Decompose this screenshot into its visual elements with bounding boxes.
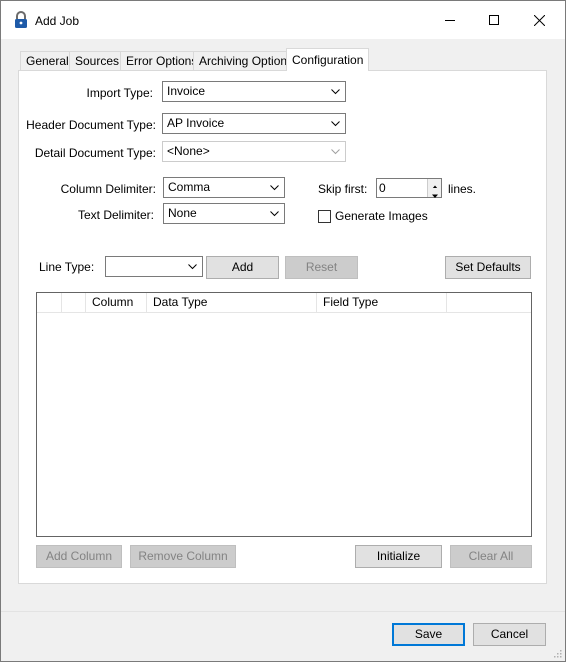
initialize-button[interactable]: Initialize	[355, 545, 442, 568]
chevron-down-icon	[270, 185, 279, 191]
close-button[interactable]	[516, 1, 562, 39]
clear-all-button[interactable]: Clear All	[450, 545, 532, 568]
tab-general[interactable]: General	[20, 51, 75, 71]
footer-divider	[1, 611, 565, 612]
resize-grip-icon[interactable]	[552, 648, 562, 658]
close-icon	[533, 14, 545, 26]
chevron-down-icon	[188, 264, 197, 270]
column-delimiter-label: Column Delimiter:	[60, 182, 156, 196]
column-grid[interactable]: Column Data Type Field Type	[36, 292, 532, 537]
set-defaults-button[interactable]: Set Defaults	[445, 256, 531, 279]
grid-header-field-type[interactable]: Field Type	[317, 293, 447, 313]
text-delimiter-select[interactable]: None	[163, 203, 285, 224]
detail-doc-type-label: Detail Document Type:	[34, 146, 156, 160]
window-title: Add Job	[35, 14, 80, 28]
tab-error-options[interactable]: Error Options	[120, 51, 204, 71]
title-bar[interactable]: Add Job	[1, 1, 565, 39]
detail-doc-type-select[interactable]: <None>	[162, 141, 346, 162]
grid-header-cell	[62, 293, 86, 313]
generate-images-label: Generate Images	[335, 209, 428, 223]
spin-up-button[interactable]	[427, 179, 441, 189]
chevron-down-icon	[331, 149, 340, 155]
grid-header-data-type[interactable]: Data Type	[147, 293, 317, 313]
remove-column-button[interactable]: Remove Column	[130, 545, 236, 568]
minimize-icon	[445, 20, 455, 21]
column-delimiter-select[interactable]: Comma	[163, 177, 285, 198]
add-button[interactable]: Add	[206, 256, 279, 279]
line-type-label: Line Type:	[39, 260, 95, 274]
tab-archiving-options[interactable]: Archiving Options	[193, 51, 300, 71]
lock-icon	[14, 11, 28, 29]
chevron-down-icon	[331, 121, 340, 127]
add-column-button[interactable]: Add Column	[36, 545, 122, 568]
spin-down-button[interactable]	[427, 188, 441, 198]
grid-header-cell	[447, 293, 531, 313]
maximize-button[interactable]	[471, 1, 517, 39]
tab-configuration[interactable]: Configuration	[286, 48, 370, 71]
tab-sources[interactable]: Sources	[69, 51, 126, 71]
minimize-button[interactable]	[427, 1, 473, 39]
cancel-button[interactable]: Cancel	[473, 623, 546, 646]
caret-down-icon	[432, 194, 438, 198]
lines-label: lines.	[448, 182, 477, 196]
chevron-down-icon	[331, 89, 340, 95]
import-type-select[interactable]: Invoice	[162, 81, 346, 102]
line-type-select[interactable]	[105, 256, 203, 277]
generate-images-checkbox[interactable]	[318, 210, 331, 223]
skip-first-spinner[interactable]: 0	[376, 178, 442, 198]
chevron-down-icon	[270, 211, 279, 217]
maximize-icon	[489, 15, 499, 25]
text-delimiter-label: Text Delimiter:	[77, 208, 154, 222]
add-job-window: Add Job General Sources Error Options Ar…	[0, 0, 566, 662]
reset-button[interactable]: Reset	[285, 256, 358, 279]
import-type-label: Import Type:	[86, 86, 153, 100]
header-doc-type-label: Header Document Type:	[26, 118, 156, 132]
grid-header: Column Data Type Field Type	[37, 293, 531, 313]
grid-header-cell	[37, 293, 62, 313]
header-doc-type-select[interactable]: AP Invoice	[162, 113, 346, 134]
save-button[interactable]: Save	[392, 623, 465, 646]
skip-first-label: Skip first:	[318, 182, 368, 196]
grid-header-column[interactable]: Column	[86, 293, 147, 313]
